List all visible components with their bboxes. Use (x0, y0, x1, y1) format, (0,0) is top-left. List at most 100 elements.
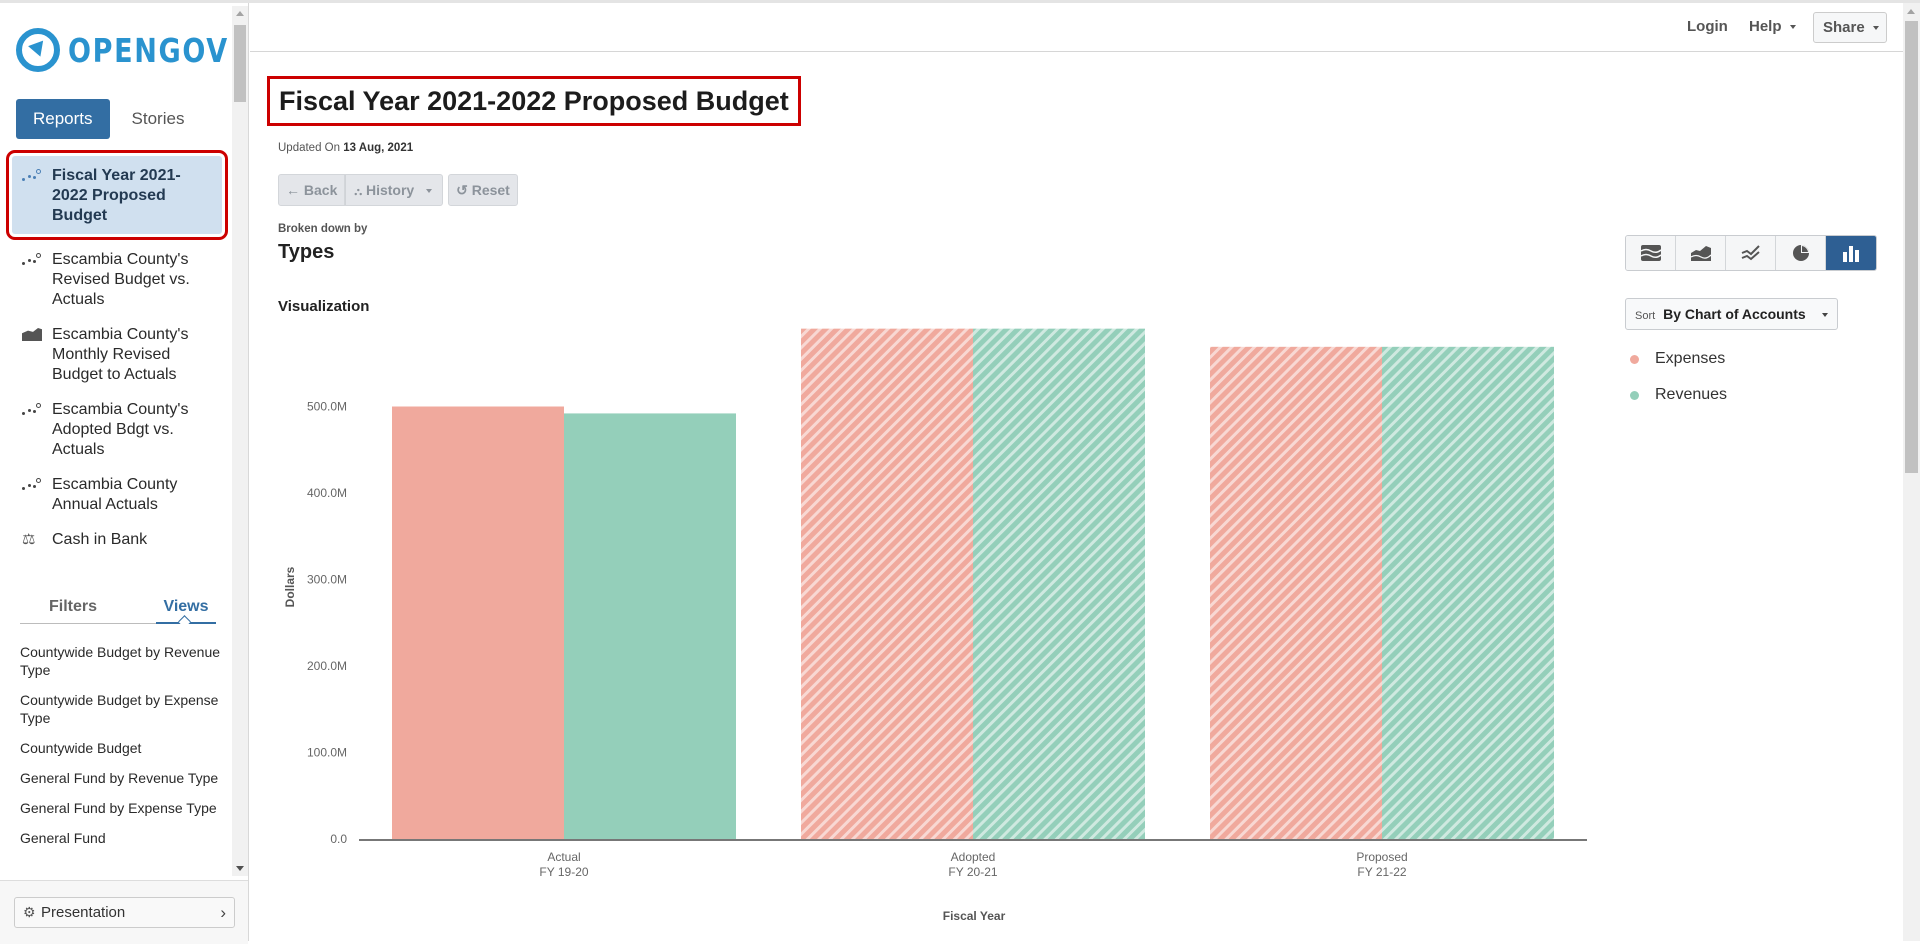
bar-expenses-adopted[interactable] (801, 328, 973, 839)
y-axis-ticks: 0.0 100.0M 200.0M 300.0M 400.0M 500.0M (307, 400, 347, 847)
view-item[interactable]: Countywide Budget by Expense Type (20, 691, 225, 727)
x-tick-label: Adopted (951, 850, 996, 864)
brand-name: OPENGOV (68, 30, 229, 70)
bar-chart: 0.0 100.0M 200.0M 300.0M 400.0M 500.0M Actual… (283, 328, 1587, 923)
y-tick-label: 100.0M (307, 746, 347, 760)
caret-down-icon (1872, 26, 1879, 31)
area-chart-icon (22, 328, 42, 341)
view-item[interactable]: General Fund by Revenue Type (20, 769, 225, 787)
bar-chart-icon (1843, 246, 1859, 262)
mode-tabs: Reports Stories (16, 99, 201, 139)
x-tick-label: Actual (547, 850, 580, 864)
login-link[interactable]: Login (1687, 18, 1728, 35)
bars (392, 328, 1554, 840)
bar-expenses-proposed[interactable] (1210, 346, 1382, 839)
chart-type-stacked-area-button[interactable] (1626, 236, 1676, 270)
scroll-up-arrow-icon[interactable] (1907, 9, 1915, 14)
tab-stories[interactable]: Stories (110, 99, 202, 139)
caret-down-icon (1822, 313, 1828, 317)
scatter-dots-icon (22, 478, 42, 492)
report-item-label: Fiscal Year 2021-2022 Proposed Budget (52, 167, 181, 224)
y-tick-label: 400.0M (307, 486, 347, 500)
filters-views-tabs: Filters Views (20, 591, 216, 624)
y-tick-label: 500.0M (307, 400, 347, 414)
views-list: Countywide Budget by Revenue Type County… (20, 643, 225, 881)
x-axis-labels: ActualFY 19-20 AdoptedFY 20-21 ProposedFY … (539, 850, 1407, 879)
balance-scale-icon: ⚖ (22, 531, 36, 548)
bar-expenses-actual[interactable] (392, 406, 564, 840)
report-item-label: Escambia County's Revised Budget vs. Act… (52, 251, 190, 308)
legend-item-revenues[interactable]: Revenues (1628, 377, 1727, 413)
legend-dot-expenses (1630, 354, 1639, 364)
tab-reports[interactable]: Reports (16, 99, 110, 139)
report-item-fy2122-proposed-budget[interactable]: Fiscal Year 2021-2022 Proposed Budget (6, 150, 228, 240)
scroll-down-arrow-icon[interactable] (236, 866, 244, 871)
chart-type-bar-button[interactable] (1826, 236, 1876, 270)
sort-prefix: Sort (1635, 310, 1656, 322)
opengov-logo[interactable]: OPENGOV (16, 28, 264, 72)
tab-views[interactable]: Views (156, 591, 216, 624)
area-icon (1690, 246, 1711, 261)
stacked-area-icon (1640, 245, 1661, 261)
view-item[interactable]: General Fund (20, 829, 225, 847)
view-item[interactable]: Countywide Budget by Revenue Type (20, 643, 225, 679)
share-label: Share (1823, 19, 1865, 36)
y-tick-label: 300.0M (307, 573, 347, 587)
report-item-adopted-bdgt-vs-actuals[interactable]: Escambia County's Adopted Bdgt vs. Actua… (12, 396, 222, 464)
legend-item-expenses[interactable]: Expenses (1628, 341, 1727, 377)
sidebar: OPENGOV Reports Stories Fiscal Year 2021… (0, 3, 249, 944)
report-item-annual-actuals[interactable]: Escambia County Annual Actuals (12, 471, 222, 519)
report-item-cash-in-bank[interactable]: ⚖ Cash in Bank (12, 526, 222, 554)
tab-filters[interactable]: Filters (20, 591, 126, 623)
sort-value: By Chart of Accounts (1663, 306, 1806, 322)
report-item-label: Cash in Bank (52, 531, 148, 548)
chart-type-pie-button[interactable] (1776, 236, 1826, 270)
report-item-monthly-revised-budget[interactable]: Escambia County's Monthly Revised Budget… (12, 321, 222, 389)
help-menu[interactable]: Help (1749, 18, 1796, 35)
main-scrollbar[interactable] (1903, 3, 1920, 941)
x-axis-title: Fiscal Year (943, 909, 1006, 923)
scatter-dots-icon (22, 169, 42, 183)
pie-icon (1792, 245, 1809, 261)
help-label: Help (1749, 18, 1782, 35)
sidebar-scrollbar[interactable] (232, 6, 248, 876)
view-item[interactable]: Countywide Budget (20, 739, 225, 757)
view-item[interactable]: General Fund by Expense Type (20, 799, 225, 817)
presentation-button[interactable]: ⚙ Presentation › (14, 897, 235, 928)
caret-down-icon (1789, 25, 1796, 30)
legend-label: Revenues (1655, 386, 1728, 403)
bar-revenues-actual[interactable] (564, 413, 736, 839)
x-tick-label: FY 21-22 (1357, 865, 1406, 879)
report-item-revised-budget-vs-actuals[interactable]: Escambia County's Revised Budget vs. Act… (12, 246, 222, 314)
sidebar-footer: ⚙ Presentation › (0, 880, 248, 944)
scatter-dots-icon (22, 403, 42, 417)
share-button[interactable]: Share (1813, 12, 1887, 43)
scrollbar-thumb[interactable] (234, 25, 246, 102)
x-tick-label: FY 20-21 (948, 865, 997, 879)
chevron-right-icon: › (220, 903, 226, 922)
scatter-dots-icon (22, 253, 42, 267)
sort-select[interactable]: Sort By Chart of Accounts (1625, 298, 1838, 330)
report-item-label: Escambia County's Monthly Revised Budget… (52, 326, 189, 383)
chart-type-line-button[interactable] (1726, 236, 1776, 270)
scrollbar-thumb[interactable] (1905, 21, 1918, 473)
scroll-up-arrow-icon[interactable] (236, 11, 244, 16)
y-tick-label: 0.0 (330, 832, 347, 846)
x-tick-label: FY 19-20 (539, 865, 588, 879)
report-list: Fiscal Year 2021-2022 Proposed Budget Es… (6, 150, 228, 561)
report-item-label: Escambia County Annual Actuals (52, 476, 178, 513)
main-content: Login Help Share Fiscal Year 2021-2022 P… (250, 3, 1903, 941)
opengov-logo-icon (16, 28, 60, 72)
y-axis-title: Dollars (283, 566, 297, 607)
chart-type-area-button[interactable] (1676, 236, 1726, 270)
bar-revenues-adopted[interactable] (973, 328, 1145, 839)
legend-label: Expenses (1655, 350, 1726, 367)
line-icon (1741, 245, 1760, 261)
presentation-label: Presentation (41, 904, 126, 921)
x-tick-label: Proposed (1356, 850, 1407, 864)
bar-revenues-proposed[interactable] (1382, 346, 1554, 839)
report-item-label: Escambia County's Adopted Bdgt vs. Actua… (52, 401, 189, 458)
y-tick-label: 200.0M (307, 659, 347, 673)
legend-dot-revenues (1630, 390, 1639, 400)
chart-type-selector (1625, 235, 1877, 271)
